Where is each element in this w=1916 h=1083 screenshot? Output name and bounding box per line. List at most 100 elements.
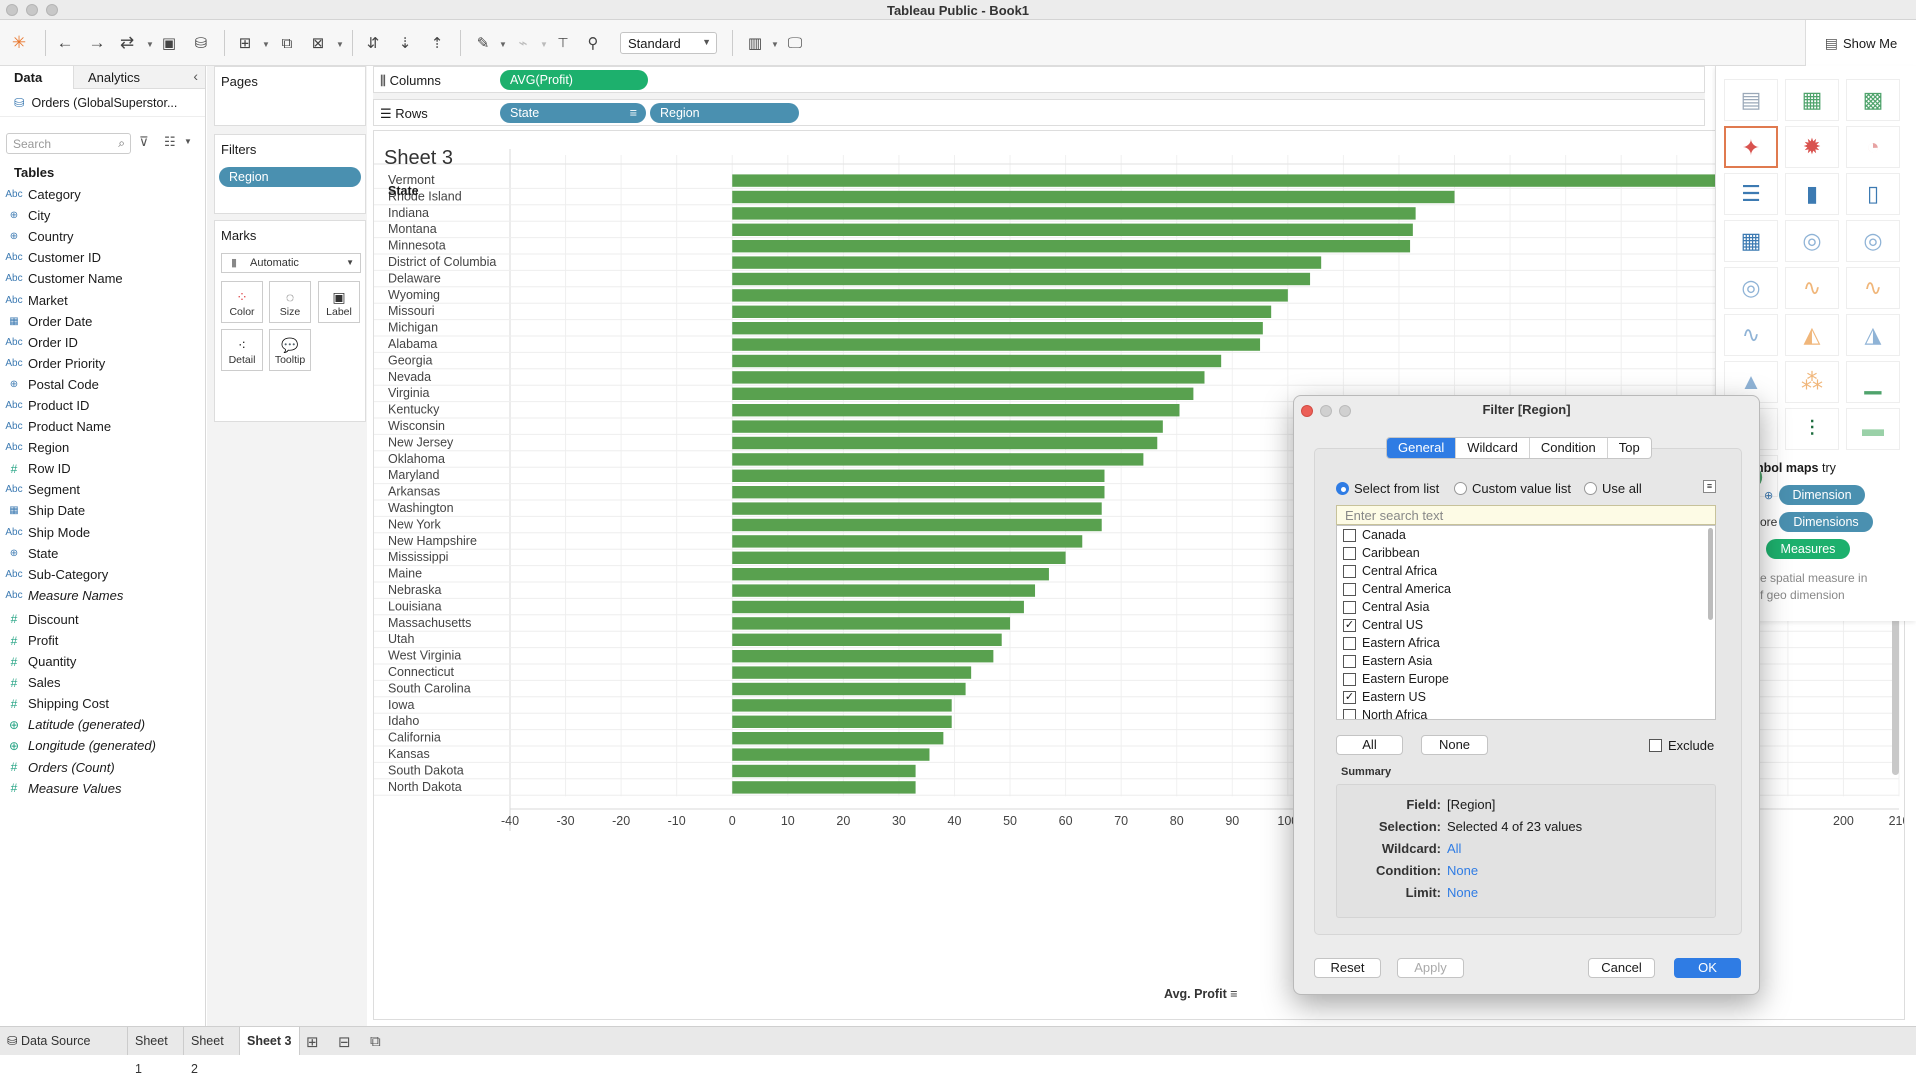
field-item[interactable]: Abc Customer ID bbox=[0, 247, 205, 268]
chevron-down-icon[interactable]: ▼ bbox=[184, 137, 192, 146]
radio-use-all[interactable]: Use all bbox=[1584, 481, 1642, 496]
fit-mode-select[interactable]: Standard ▼ bbox=[620, 32, 717, 54]
show-cards-icon[interactable]: ▥ bbox=[744, 32, 766, 54]
chart-type-thumbnail[interactable]: ✦ bbox=[1724, 126, 1778, 168]
rows-shelf[interactable]: ☰ Rows State ≡ Region bbox=[373, 99, 1705, 126]
exclude-checkbox[interactable]: Exclude bbox=[1649, 738, 1714, 753]
checked-checkbox[interactable]: ✓ bbox=[1343, 618, 1356, 632]
field-item[interactable]: # Sales bbox=[0, 672, 205, 693]
chart-type-thumbnail[interactable]: ▤ bbox=[1724, 79, 1778, 121]
new-story-icon[interactable]: ⧉ bbox=[370, 1033, 381, 1050]
chart-type-thumbnail[interactable]: ∿ bbox=[1724, 314, 1778, 356]
pages-card[interactable]: Pages bbox=[214, 66, 366, 126]
reset-button[interactable]: Reset bbox=[1314, 958, 1381, 978]
region-list-item[interactable]: Central America bbox=[1337, 580, 1715, 598]
field-item[interactable]: Abc Order Priority bbox=[0, 353, 205, 374]
chart-type-thumbnail[interactable]: ▁ bbox=[1846, 361, 1900, 403]
chart-type-thumbnail[interactable]: ▯ bbox=[1846, 173, 1900, 215]
new-worksheet-icon[interactable]: ⊞ bbox=[306, 1033, 319, 1051]
field-item[interactable]: Abc Customer Name bbox=[0, 268, 205, 289]
field-item[interactable]: Abc Market bbox=[0, 289, 205, 310]
field-item[interactable]: ⊕ Latitude (generated) bbox=[0, 714, 205, 735]
chart-type-thumbnail[interactable]: ⫶ bbox=[1785, 408, 1839, 450]
undo-icon[interactable]: ← bbox=[54, 32, 76, 54]
field-item[interactable]: # Profit bbox=[0, 630, 205, 651]
view-vertical-scrollbar[interactable] bbox=[1892, 610, 1899, 775]
tab-data-source[interactable]: ⛁ Data Source bbox=[0, 1027, 128, 1055]
region-list-item[interactable]: Caribbean bbox=[1337, 544, 1715, 562]
fix-axes-icon[interactable]: ⚲ bbox=[582, 32, 604, 54]
chart-type-thumbnail[interactable]: ◎ bbox=[1785, 220, 1839, 262]
sort-icon[interactable]: ≡ bbox=[1230, 987, 1237, 1001]
chevron-down-icon[interactable]: ▼ bbox=[499, 40, 507, 49]
field-item[interactable]: Abc Order ID bbox=[0, 332, 205, 353]
chart-type-thumbnail[interactable]: ∿ bbox=[1785, 267, 1839, 309]
chevron-down-icon[interactable]: ▼ bbox=[540, 40, 548, 49]
chart-type-thumbnail[interactable]: ▮ bbox=[1785, 173, 1839, 215]
field-search-input[interactable]: Search ⌕ bbox=[6, 133, 131, 154]
mark-type-select[interactable]: ▮ Automatic ▼ bbox=[221, 253, 361, 273]
new-data-source-icon[interactable]: ⛁ bbox=[190, 32, 212, 54]
field-item[interactable]: Abc Segment bbox=[0, 479, 205, 500]
region-list-item[interactable]: Canada bbox=[1337, 526, 1715, 544]
summary-link[interactable]: None bbox=[1447, 863, 1478, 878]
region-list-item[interactable]: ✓ Central US bbox=[1337, 616, 1715, 634]
dialog-search-input[interactable]: Enter search text bbox=[1336, 505, 1716, 525]
field-item[interactable]: ⊕ State bbox=[0, 543, 205, 564]
tab-sheet-3[interactable]: Sheet 3 bbox=[240, 1027, 300, 1055]
radio-custom-value-list[interactable]: Custom value list bbox=[1454, 481, 1571, 496]
chart-type-thumbnail[interactable]: ✹ bbox=[1785, 126, 1839, 168]
region-list-item[interactable]: Central Asia bbox=[1337, 598, 1715, 616]
select-none-button[interactable]: None bbox=[1421, 735, 1488, 755]
checkbox[interactable] bbox=[1343, 582, 1356, 596]
ok-button[interactable]: OK bbox=[1674, 958, 1741, 978]
region-list-item[interactable]: Eastern Africa bbox=[1337, 634, 1715, 652]
field-item[interactable]: Abc Sub-Category bbox=[0, 564, 205, 585]
view-options-icon[interactable]: ☷ bbox=[164, 134, 176, 150]
save-icon[interactable]: ▣ bbox=[158, 32, 180, 54]
tab-general[interactable]: General bbox=[1387, 438, 1457, 458]
marks-size-button[interactable]: ◌ Size bbox=[269, 281, 311, 323]
tab-condition[interactable]: Condition bbox=[1530, 438, 1608, 458]
list-options-icon[interactable]: ≡ bbox=[1703, 480, 1716, 493]
region-list-item[interactable]: Eastern Europe bbox=[1337, 670, 1715, 688]
field-item[interactable]: ⊕ Country bbox=[0, 226, 205, 247]
field-item[interactable]: Abc Product Name bbox=[0, 416, 205, 437]
filter-fields-icon[interactable]: ⊽ bbox=[139, 134, 149, 150]
field-item[interactable]: # Shipping Cost bbox=[0, 693, 205, 714]
show-mark-labels-icon[interactable]: ⊤ bbox=[552, 32, 574, 54]
redo-icon[interactable]: → bbox=[86, 32, 108, 54]
swap-rows-columns-icon[interactable]: ⇵ bbox=[362, 32, 384, 54]
sort-descending-icon[interactable]: ⇡ bbox=[426, 32, 448, 54]
rows-pill-state[interactable]: State ≡ bbox=[500, 103, 646, 123]
chart-type-thumbnail[interactable]: ▦ bbox=[1785, 79, 1839, 121]
region-list-item[interactable]: ✓ Eastern US bbox=[1337, 688, 1715, 706]
chevron-down-icon[interactable]: ▼ bbox=[336, 40, 344, 49]
field-item[interactable]: Abc Measure Names bbox=[0, 585, 205, 606]
marks-detail-button[interactable]: ⁖ Detail bbox=[221, 329, 263, 371]
summary-link[interactable]: None bbox=[1447, 885, 1478, 900]
chart-type-thumbnail[interactable]: ◎ bbox=[1724, 267, 1778, 309]
show-me-button[interactable]: ▤ Show Me bbox=[1805, 20, 1916, 66]
field-item[interactable]: Abc Product ID bbox=[0, 395, 205, 416]
marks-tooltip-button[interactable]: 💬 Tooltip bbox=[269, 329, 311, 371]
new-worksheet-icon[interactable]: ⊞ bbox=[234, 32, 256, 54]
field-item[interactable]: Abc Region bbox=[0, 437, 205, 458]
sort-ascending-icon[interactable]: ⇣ bbox=[394, 32, 416, 54]
rows-pill-region[interactable]: Region bbox=[650, 103, 799, 123]
region-list-item[interactable]: Central Africa bbox=[1337, 562, 1715, 580]
chart-type-thumbnail[interactable]: ☰ bbox=[1724, 173, 1778, 215]
field-item[interactable]: Abc Category bbox=[0, 184, 205, 205]
checkbox[interactable] bbox=[1343, 546, 1356, 560]
field-item[interactable]: # Quantity bbox=[0, 651, 205, 672]
chevron-down-icon[interactable]: ▼ bbox=[262, 40, 270, 49]
clear-sheet-icon[interactable]: ⊠ bbox=[307, 32, 329, 54]
checkbox[interactable] bbox=[1343, 528, 1356, 542]
chart-type-thumbnail[interactable]: ◮ bbox=[1846, 314, 1900, 356]
field-item[interactable]: ⊕ Longitude (generated) bbox=[0, 735, 205, 756]
marks-label-button[interactable]: ▣ Label bbox=[318, 281, 360, 323]
tab-top[interactable]: Top bbox=[1608, 438, 1651, 458]
field-item[interactable]: ⊕ City bbox=[0, 205, 205, 226]
presentation-mode-icon[interactable]: 🖵 bbox=[784, 32, 806, 54]
chart-type-thumbnail[interactable]: ◭ bbox=[1785, 314, 1839, 356]
